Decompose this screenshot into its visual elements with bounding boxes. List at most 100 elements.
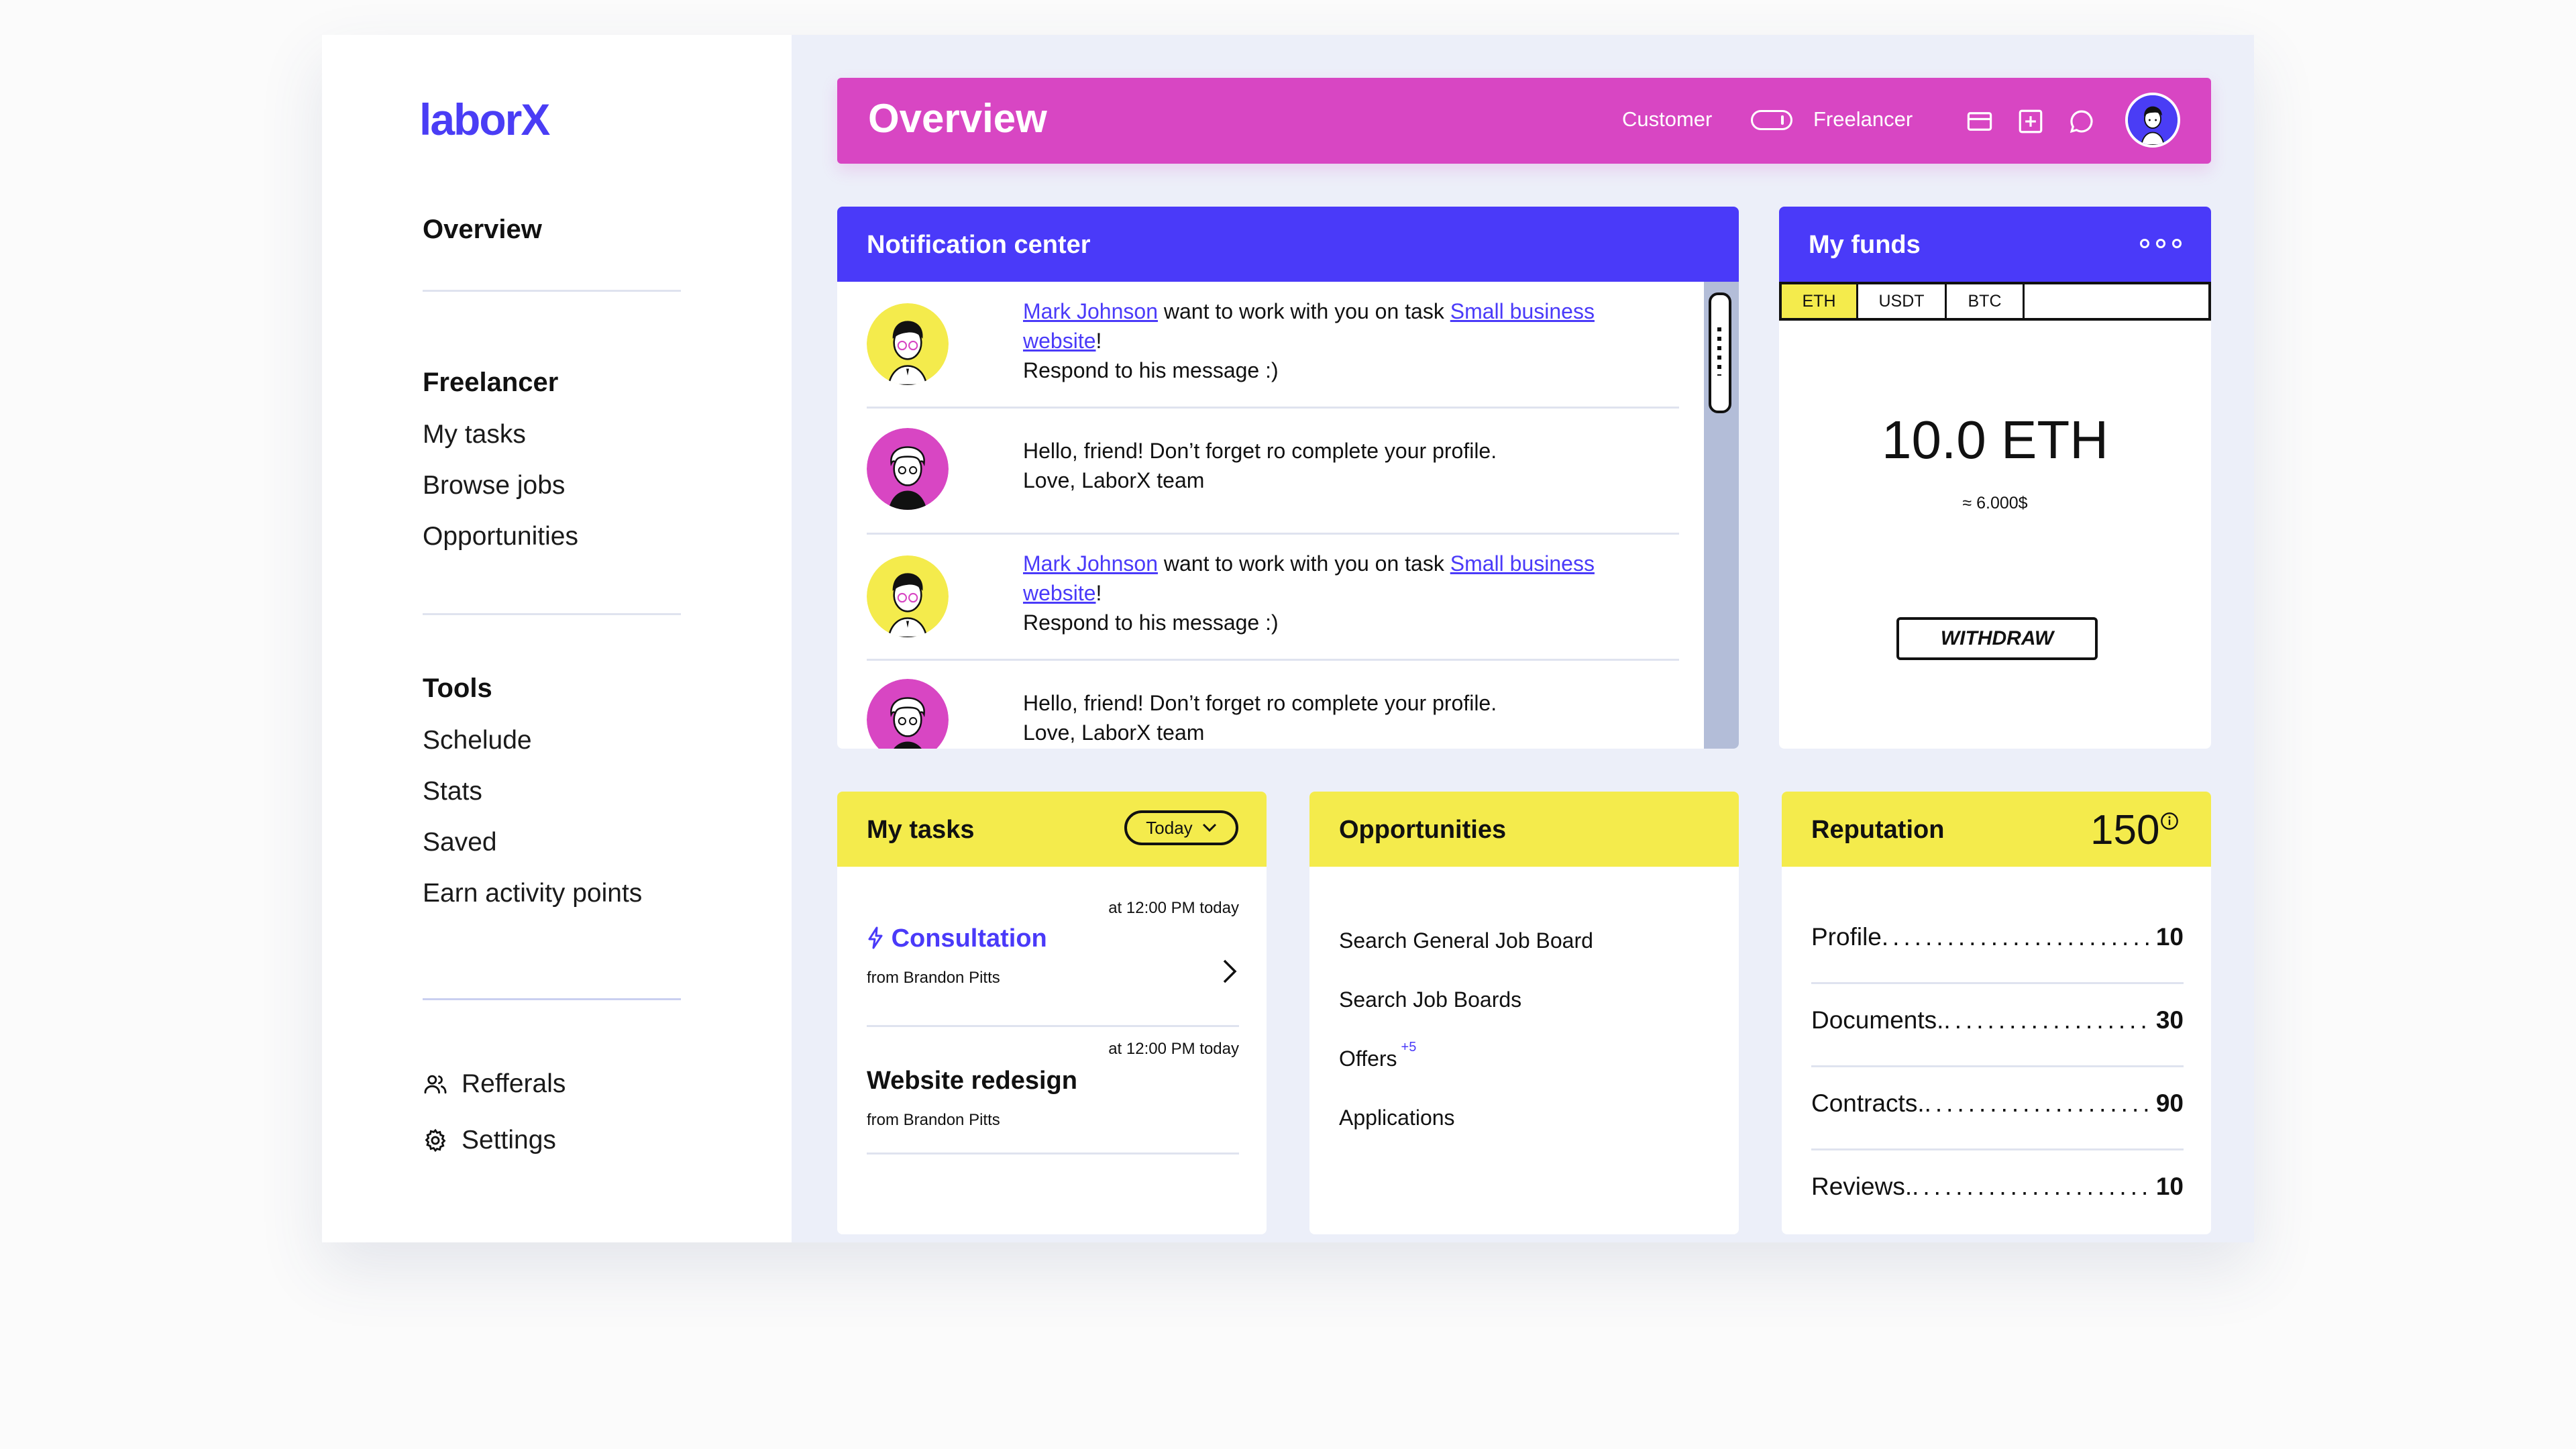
nav-item-my-tasks[interactable]: My tasks bbox=[423, 420, 526, 449]
nav-item-saved[interactable]: Saved bbox=[423, 828, 497, 857]
referrals-label: Refferals bbox=[462, 1069, 566, 1098]
tab-btc[interactable]: BTC bbox=[1947, 284, 2025, 318]
notification-text: want to work with you on task bbox=[1157, 299, 1450, 323]
task-item[interactable]: at 12:00 PM today Website redesign from … bbox=[867, 1025, 1239, 1155]
notification-subtext: Love, LaborX team bbox=[1023, 720, 1205, 745]
team-avatar-illustration bbox=[867, 679, 949, 749]
reputation-title: Reputation bbox=[1811, 816, 1945, 844]
nav-item-stats[interactable]: Stats bbox=[423, 777, 482, 806]
notification-text-end: ! bbox=[1095, 581, 1102, 605]
avatar bbox=[867, 428, 949, 510]
task-name[interactable]: Consultation bbox=[867, 924, 1047, 953]
more-options-icon[interactable] bbox=[2140, 239, 2182, 248]
notification-item[interactable]: Hello, friend! Don’t forget ro complete … bbox=[867, 407, 1679, 535]
card-icon[interactable] bbox=[1966, 107, 1994, 136]
opportunities-title: Opportunities bbox=[1339, 816, 1507, 844]
notification-text-end: ! bbox=[1095, 329, 1102, 353]
app-window: laborX Overview Freelancer My tasks Brow… bbox=[322, 35, 2254, 1242]
notification-message: Hello, friend! Don’t forget ro complete … bbox=[1023, 436, 1667, 495]
grip-icon bbox=[1717, 327, 1721, 376]
avatar bbox=[867, 679, 949, 749]
sidebar-divider bbox=[423, 998, 681, 1000]
notification-item[interactable]: Mark Johnson want to work with you on ta… bbox=[867, 282, 1679, 409]
withdraw-button[interactable]: WITHDRAW bbox=[1896, 617, 2098, 660]
reputation-header: Reputation 150 bbox=[1782, 792, 2211, 867]
top-header: Overview Customer Freelancer bbox=[837, 78, 2211, 164]
nav-item-opportunities[interactable]: Opportunities bbox=[423, 522, 578, 551]
tasks-title: My tasks bbox=[867, 816, 975, 844]
nav-item-schelude[interactable]: Schelude bbox=[423, 726, 532, 755]
task-item[interactable]: at 12:00 PM today Consultation from Bran… bbox=[867, 899, 1239, 1027]
nav-item-earn-activity-points[interactable]: Earn activity points bbox=[423, 879, 642, 908]
fund-balance: 10.0 ETH bbox=[1882, 410, 2108, 470]
notification-list[interactable]: Mark Johnson want to work with you on ta… bbox=[837, 282, 1686, 749]
task-time: at 12:00 PM today bbox=[1108, 899, 1239, 917]
notification-text: Hello, friend! Don’t forget ro complete … bbox=[1023, 439, 1497, 463]
tab-usdt[interactable]: USDT bbox=[1858, 284, 1947, 318]
reputation-row-profile: Profile.................................… bbox=[1811, 923, 2184, 951]
notification-item[interactable]: Hello, friend! Don’t forget ro complete … bbox=[867, 659, 1679, 749]
chevron-down-icon bbox=[1202, 823, 1216, 833]
reputation-value: 30 bbox=[2155, 1006, 2184, 1034]
sidebar: laborX Overview Freelancer My tasks Brow… bbox=[322, 35, 792, 1242]
reputation-label: Contracts. bbox=[1811, 1089, 1925, 1117]
my-tasks-card: My tasks Today at 12:00 PM today Consult… bbox=[837, 792, 1267, 1234]
mode-toggle[interactable] bbox=[1751, 110, 1792, 130]
info-icon[interactable] bbox=[2160, 812, 2179, 830]
gear-icon bbox=[425, 1128, 446, 1152]
notification-header: Notification center bbox=[837, 207, 1739, 282]
opportunity-search-general-job-board[interactable]: Search General Job Board bbox=[1339, 928, 1593, 953]
notification-subtext: Love, LaborX team bbox=[1023, 468, 1205, 492]
reputation-card: Reputation 150 Profile..................… bbox=[1782, 792, 2211, 1234]
task-name-label: Consultation bbox=[891, 924, 1047, 953]
nav-item-referrals[interactable]: Refferals bbox=[423, 1069, 566, 1099]
settings-label: Settings bbox=[462, 1126, 556, 1155]
row-divider bbox=[1811, 1148, 2184, 1150]
row-divider bbox=[1811, 1065, 2184, 1067]
notification-item[interactable]: Mark Johnson want to work with you on ta… bbox=[867, 533, 1679, 661]
sidebar-divider bbox=[423, 290, 681, 292]
opportunity-offers[interactable]: Offers +5 bbox=[1339, 1040, 1416, 1071]
notification-user-link[interactable]: Mark Johnson bbox=[1023, 299, 1158, 323]
page-title: Overview bbox=[868, 96, 1047, 141]
nav-item-browse-jobs[interactable]: Browse jobs bbox=[423, 471, 565, 500]
scrollbar-thumb[interactable] bbox=[1709, 292, 1731, 413]
notification-title: Notification center bbox=[867, 231, 1091, 259]
logo[interactable]: laborX bbox=[419, 94, 550, 145]
opportunity-search-job-boards[interactable]: Search Job Boards bbox=[1339, 987, 1521, 1012]
notification-message: Mark Johnson want to work with you on ta… bbox=[1023, 297, 1667, 385]
task-name[interactable]: Website redesign bbox=[867, 1067, 1077, 1095]
avatar-illustration bbox=[2128, 95, 2178, 145]
reputation-value: 10 bbox=[2155, 923, 2184, 951]
task-from: from Brandon Pitts bbox=[867, 1111, 1000, 1129]
reputation-score: 150 bbox=[2090, 807, 2160, 853]
tab-eth[interactable]: ETH bbox=[1782, 284, 1858, 318]
notification-scrollbar[interactable] bbox=[1704, 282, 1739, 749]
notification-subtext: Respond to his message :) bbox=[1023, 610, 1279, 635]
chat-icon[interactable] bbox=[2068, 107, 2096, 136]
nav-overview[interactable]: Overview bbox=[423, 215, 542, 245]
opportunities-card: Opportunities Search General Job Board S… bbox=[1309, 792, 1739, 1234]
nav-section-tools: Tools bbox=[423, 674, 492, 703]
user-avatar[interactable] bbox=[2125, 93, 2180, 148]
add-icon[interactable] bbox=[2017, 107, 2045, 136]
reputation-value: 90 bbox=[2155, 1089, 2184, 1117]
notification-text: Hello, friend! Don’t forget ro complete … bbox=[1023, 691, 1497, 715]
mode-customer-label[interactable]: Customer bbox=[1622, 107, 1712, 131]
user-avatar-illustration bbox=[867, 303, 949, 385]
sidebar-divider bbox=[423, 613, 681, 615]
reputation-row-contracts: Contracts...............................… bbox=[1811, 1089, 2184, 1117]
reputation-label: Reviews. bbox=[1811, 1173, 1913, 1200]
nav-item-settings[interactable]: Settings bbox=[423, 1126, 556, 1155]
notification-user-link[interactable]: Mark Johnson bbox=[1023, 551, 1158, 576]
opportunity-applications[interactable]: Applications bbox=[1339, 1106, 1455, 1130]
reputation-value: 10 bbox=[2155, 1173, 2184, 1200]
nav-section-freelancer: Freelancer bbox=[423, 368, 559, 397]
currency-tabs: ETH USDT BTC bbox=[1779, 282, 2211, 321]
mode-freelancer-label[interactable]: Freelancer bbox=[1813, 107, 1913, 131]
funds-header: My funds bbox=[1779, 207, 2211, 282]
date-filter-dropdown[interactable]: Today bbox=[1124, 810, 1238, 845]
reputation-label: Documents. bbox=[1811, 1006, 1944, 1034]
notification-message: Mark Johnson want to work with you on ta… bbox=[1023, 549, 1667, 637]
chevron-right-icon[interactable] bbox=[1219, 958, 1239, 985]
